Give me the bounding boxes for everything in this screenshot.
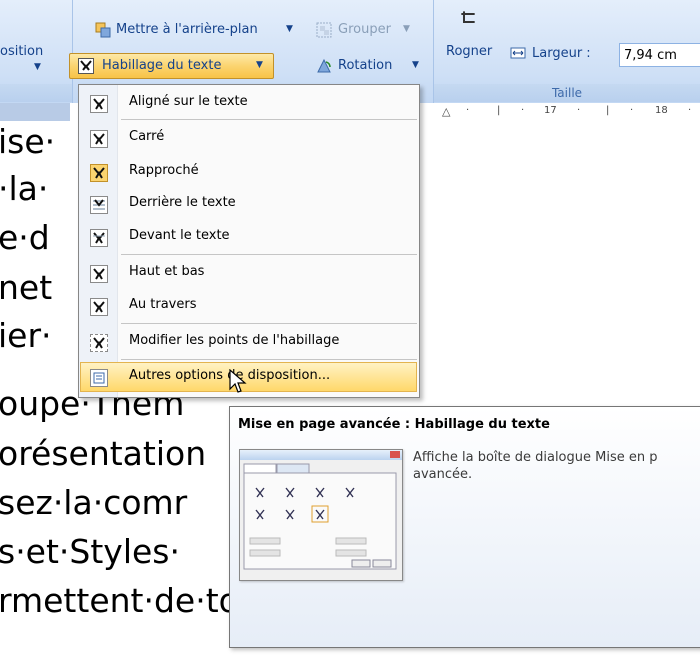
menu-item-label: Aligné sur le texte xyxy=(129,94,248,109)
menu-item-top-and-bottom[interactable]: Haut et bas xyxy=(80,258,417,288)
text-wrap-icon xyxy=(78,58,94,74)
menu-divider xyxy=(121,323,417,324)
mouse-pointer-icon xyxy=(228,368,248,395)
menu-item-square[interactable]: Carré xyxy=(80,123,417,153)
text-wrapping-label: Habillage du texte xyxy=(102,58,222,73)
document-line: net xyxy=(0,268,53,307)
rotation-button[interactable]: Rotation xyxy=(338,58,392,73)
width-label: Largeur : xyxy=(532,46,591,61)
size-group-label: Taille xyxy=(434,84,700,102)
menu-item-inline[interactable]: Aligné sur le texte xyxy=(80,88,417,118)
chevron-down-icon[interactable]: ▼ xyxy=(412,60,419,70)
send-backward-button[interactable]: Mettre à l'arrière-plan xyxy=(116,22,258,37)
send-backward-icon[interactable] xyxy=(95,22,111,38)
menu-divider xyxy=(121,119,417,120)
wrap-tight-icon xyxy=(90,164,108,182)
dialog-thumbnail-icon xyxy=(243,463,397,570)
menu-item-label: Carré xyxy=(129,129,165,144)
layout-options-icon xyxy=(90,369,108,387)
document-line: e·d xyxy=(0,218,50,257)
menu-item-tight[interactable]: Rapproché xyxy=(80,157,417,187)
menu-item-label: Modifier les points de l'habillage xyxy=(129,333,340,348)
chevron-down-icon: ▼ xyxy=(403,24,410,34)
ribbon-separator xyxy=(72,0,73,103)
wrap-in-front-icon xyxy=(90,229,108,247)
tooltip-title: Mise en page avancée : Habillage du text… xyxy=(238,417,550,432)
group-label xyxy=(0,84,72,102)
crop-button[interactable]: Rogner xyxy=(446,44,492,59)
ruler-margin xyxy=(0,103,70,121)
text-wrapping-button[interactable]: Habillage du texte ▼ xyxy=(69,53,274,79)
wrap-behind-icon xyxy=(90,196,108,214)
document-line: ·la· xyxy=(0,169,49,208)
menu-item-more-layout-options[interactable]: Autres options de disposition... xyxy=(80,362,417,392)
document-line: ise· xyxy=(0,122,56,161)
document-line: s·et·Styles· xyxy=(0,532,180,571)
menu-item-label: Haut et bas xyxy=(129,264,205,279)
menu-item-label: Rapproché xyxy=(129,163,199,178)
menu-item-label: Derrière le texte xyxy=(129,195,236,210)
wrap-inline-icon xyxy=(90,95,108,113)
group-button[interactable]: Grouper xyxy=(338,22,391,37)
chevron-down-icon[interactable]: ▼ xyxy=(286,24,293,34)
menu-item-label: Devant le texte xyxy=(129,228,230,243)
menu-item-edit-wrap-points[interactable]: Modifier les points de l'habillage xyxy=(80,327,417,357)
indent-marker-icon[interactable]: △ xyxy=(442,105,450,118)
ruler-tick: 18 xyxy=(655,105,668,116)
menu-divider xyxy=(121,254,417,255)
super-tooltip: Mise en page avancée : Habillage du text… xyxy=(229,406,700,648)
tooltip-description: Affiche la boîte de dialogue Mise en p a… xyxy=(413,450,658,482)
menu-item-behind-text[interactable]: Derrière le texte xyxy=(80,189,417,219)
text-wrapping-menu: Aligné sur le texte Carré Rapproché Derr… xyxy=(78,84,420,398)
menu-item-label: Au travers xyxy=(129,297,197,312)
rotate-icon[interactable] xyxy=(316,58,332,74)
chevron-down-icon[interactable]: ▼ xyxy=(34,62,41,72)
menu-item-in-front-of-text[interactable]: Devant le texte xyxy=(80,222,417,252)
wrap-through-icon xyxy=(90,298,108,316)
wrap-top-bottom-icon xyxy=(90,265,108,283)
wrap-square-icon xyxy=(90,130,108,148)
document-line: sez·la·comr xyxy=(0,483,188,522)
document-line: ier· xyxy=(0,316,52,355)
chevron-down-icon: ▼ xyxy=(256,60,263,70)
width-icon xyxy=(510,45,526,61)
menu-item-through[interactable]: Au travers xyxy=(80,291,417,321)
edit-wrap-points-icon xyxy=(90,334,108,352)
width-input[interactable] xyxy=(619,43,700,67)
ruler-tick: 17 xyxy=(544,105,557,116)
position-button-label[interactable]: osition xyxy=(0,44,43,59)
document-line: orésentation xyxy=(0,434,207,473)
crop-icon[interactable] xyxy=(460,10,475,23)
menu-divider xyxy=(121,359,417,360)
dialog-preview-image xyxy=(239,449,403,581)
group-icon xyxy=(316,22,332,38)
